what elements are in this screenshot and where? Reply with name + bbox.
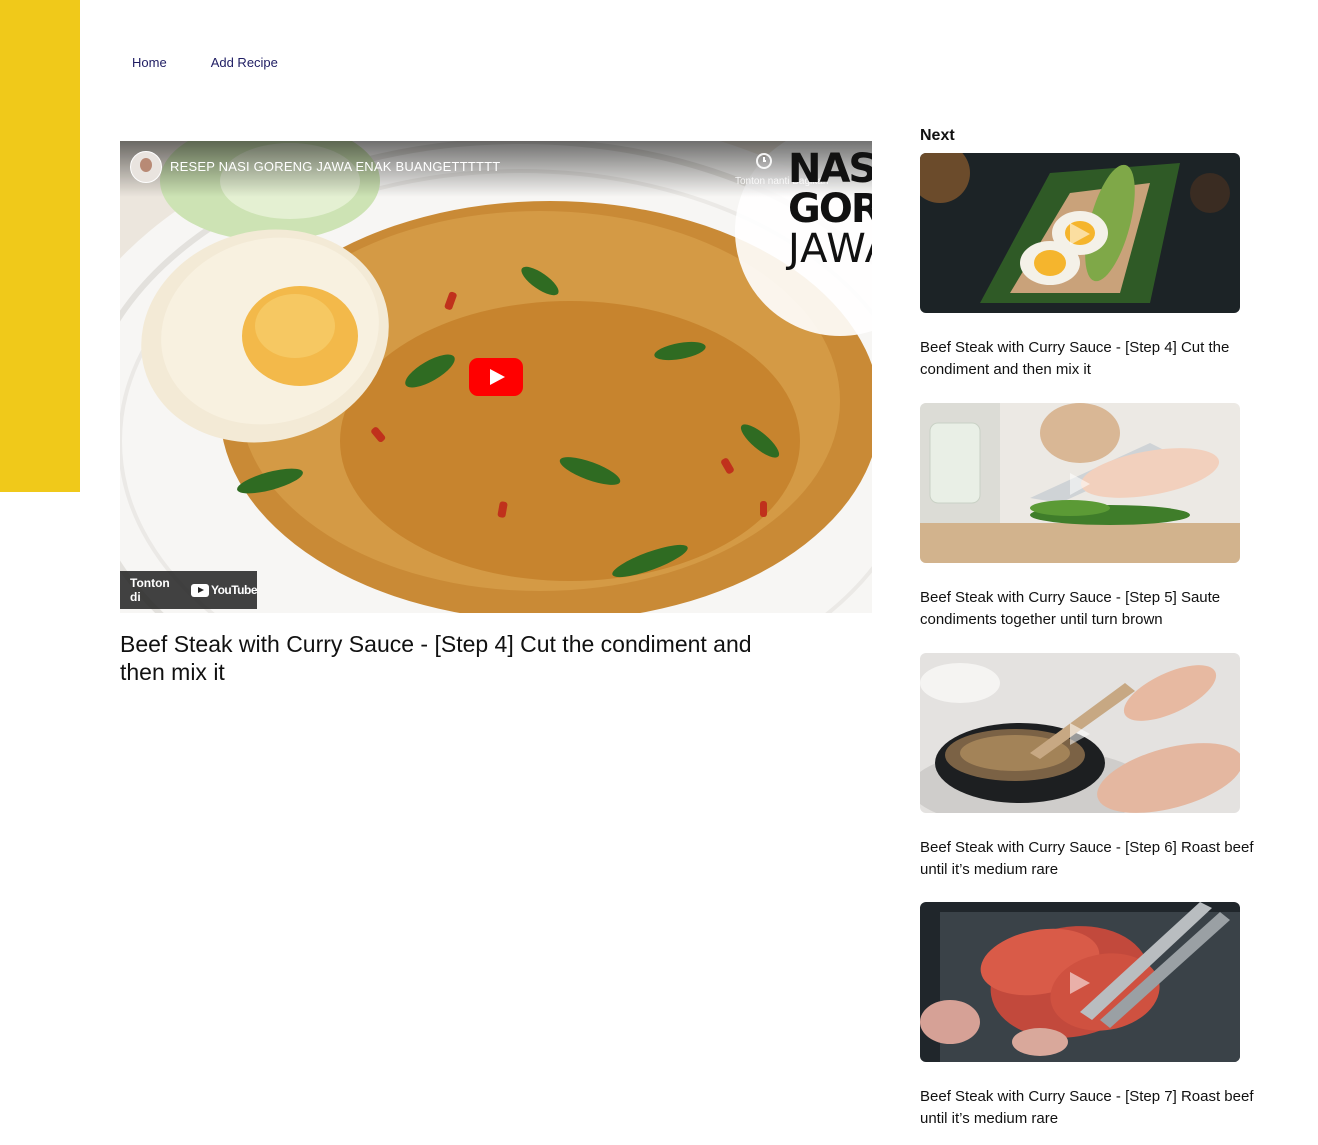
next-heading: Next — [920, 127, 955, 144]
play-icon — [1070, 972, 1090, 994]
next-video-item[interactable]: Beef Steak with Curry Sauce - [Step 7] R… — [920, 902, 1290, 1130]
next-video-thumbnail[interactable] — [920, 902, 1240, 1062]
play-icon — [1070, 473, 1090, 495]
nav-add-recipe-link[interactable]: Add Recipe — [211, 55, 278, 70]
next-video-thumbnail[interactable] — [920, 653, 1240, 813]
next-video-title[interactable]: Beef Steak with Curry Sauce - [Step 5] S… — [920, 587, 1280, 631]
video-title[interactable]: RESEP NASI GORENG JAWA ENAK BUANGETTTTTT — [170, 159, 500, 174]
recipe-step-title: Beef Steak with Curry Sauce - [Step 4] C… — [120, 631, 752, 685]
nav-home-link[interactable]: Home — [132, 55, 167, 70]
next-video-title[interactable]: Beef Steak with Curry Sauce - [Step 7] R… — [920, 1086, 1280, 1130]
youtube-wordmark: YouTube — [210, 583, 258, 597]
next-video-thumbnail[interactable] — [920, 403, 1240, 563]
next-video-item[interactable]: Beef Steak with Curry Sauce - [Step 6] R… — [920, 653, 1290, 881]
play-icon — [1070, 723, 1090, 745]
video-player[interactable]: RESEP NASI GORENG JAWA ENAK BUANGETTTTTT… — [120, 141, 872, 613]
clock-icon[interactable] — [756, 153, 772, 169]
youtube-play-icon — [190, 583, 209, 597]
nasi-goreng-logo: NASI GORENG JAWA — [788, 149, 872, 269]
next-video-title[interactable]: Beef Steak with Curry Sauce - [Step 6] R… — [920, 837, 1280, 881]
channel-avatar[interactable] — [130, 151, 162, 183]
play-icon[interactable] — [469, 358, 523, 396]
play-icon — [1070, 223, 1090, 245]
logo-line-2: GORENG — [788, 186, 872, 232]
top-nav: Home Add Recipe — [132, 55, 278, 70]
next-video-item[interactable]: Beef Steak with Curry Sauce - [Step 4] C… — [920, 153, 1290, 381]
logo-line-3: JAWA — [788, 226, 872, 272]
side-accent-bar — [0, 0, 80, 492]
next-video-thumbnail[interactable] — [920, 153, 1240, 313]
watch-on-label: Tonton di — [130, 576, 170, 604]
watch-on-youtube-button[interactable]: Tonton di YouTube — [120, 571, 258, 609]
next-video-title[interactable]: Beef Steak with Curry Sauce - [Step 4] C… — [920, 337, 1280, 381]
logo-line-1: NASI — [788, 146, 872, 192]
next-video-item[interactable]: Beef Steak with Curry Sauce - [Step 5] S… — [920, 403, 1290, 631]
youtube-logo: YouTube — [190, 583, 258, 597]
